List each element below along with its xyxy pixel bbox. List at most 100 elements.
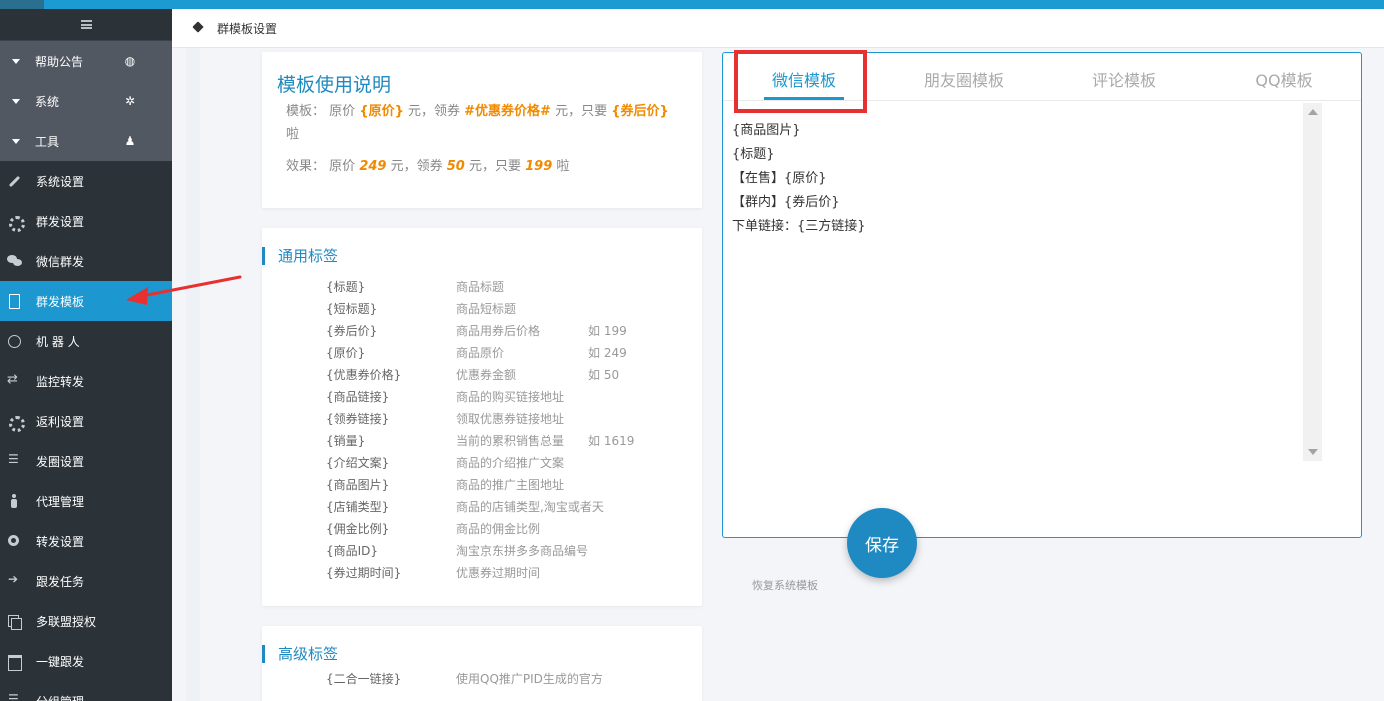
- caret-down-icon: [12, 58, 20, 64]
- template-textarea[interactable]: {商品图片} {标题} 【在售】{原价} 【群内】{券后价} 下单链接：{三方链…: [732, 119, 866, 239]
- advanced-tags-card: 高级标签 {二合一链接} 使用QQ推广PID生成的官方: [262, 626, 702, 701]
- template-line: 【在售】{原价}: [732, 171, 827, 186]
- sidebar-item-label: 微信群发: [36, 254, 85, 269]
- sidebar-item-system-settings[interactable]: 系统设置: [0, 161, 172, 201]
- tag-row: {商品链接} 商品的购买链接地址: [326, 389, 565, 404]
- scroll-down-icon[interactable]: [1308, 449, 1318, 455]
- tag-row: {优惠券价格} 优惠券金额如 50: [326, 367, 620, 382]
- sidebar-group-label: 工具: [35, 134, 60, 149]
- template-text: 元，领券: [407, 104, 460, 119]
- sidebar-item-robot[interactable]: 机 器 人: [0, 321, 172, 361]
- template-tag-final-price: {券后价}: [611, 104, 669, 119]
- tab-qq-template[interactable]: QQ模板: [1224, 67, 1344, 91]
- common-tags-title: 通用标签: [262, 247, 338, 265]
- advanced-tags-list: {二合一链接} 使用QQ推广PID生成的官方: [326, 667, 636, 689]
- gears-icon: [7, 214, 25, 232]
- sidebar-item-label: 转发设置: [36, 534, 85, 549]
- template-label: 模板：: [286, 104, 326, 119]
- tab-moments-template[interactable]: 朋友圈模板: [904, 67, 1024, 91]
- template-text: 原价: [329, 104, 356, 119]
- sidebar-item-follow-task[interactable]: 跟发任务: [0, 561, 172, 601]
- save-button[interactable]: 保存: [847, 508, 917, 578]
- usage-title: 模板使用说明: [277, 74, 392, 96]
- caret-down-icon: [12, 138, 20, 144]
- android-icon: ♟: [124, 134, 136, 148]
- annotation-highlight-box: [734, 50, 867, 113]
- tag-row: {二合一链接} 使用QQ推广PID生成的官方: [326, 671, 603, 686]
- template-text: 啦: [286, 127, 300, 142]
- sidebar-item-label: 分组管理: [36, 693, 84, 701]
- sidebar-group-system[interactable]: 系统 ✲: [0, 81, 172, 121]
- effect-text: 元，只要: [468, 159, 521, 174]
- effect-original-price: 249: [359, 159, 387, 174]
- sidebar-item-label: 代理管理: [36, 494, 85, 509]
- dashboard-icon: ◍: [124, 54, 136, 68]
- sidebar-group-tools[interactable]: 工具 ♟: [0, 121, 172, 161]
- top-bar: [0, 0, 1384, 9]
- effect-text: 元，领券: [390, 159, 443, 174]
- person-icon: [7, 494, 22, 508]
- content-strip: [186, 48, 200, 701]
- caret-down-icon: [12, 98, 20, 104]
- retweet-icon: [7, 372, 22, 388]
- sidebar-item-rebate-settings[interactable]: 返利设置: [0, 401, 172, 441]
- effect-coupon-price: 50: [446, 159, 465, 174]
- common-tags-card: 通用标签 {标题} 商品标题 {短标题} 商品短标题 {券后价} 商品用券后价格如 1…: [262, 228, 702, 606]
- sidebar-item-group-send-settings[interactable]: 群发设置: [0, 201, 172, 241]
- tag-row: {券后价} 商品用券后价格如 199: [326, 323, 627, 338]
- template-line: {商品图片}: [732, 123, 801, 138]
- sidebar-item-label: 一键跟发: [36, 654, 85, 669]
- tag-row: {原价} 商品原价如 249: [326, 345, 627, 360]
- sidebar-group-label: 帮助公告: [35, 54, 84, 69]
- tag-row: {券过期时间} 优惠券过期时间: [326, 565, 541, 580]
- wechat-icon: [7, 254, 22, 268]
- effect-final-price: 199: [525, 159, 553, 174]
- sidebar-item-group-management[interactable]: 分组管理: [0, 681, 172, 701]
- template-tag-coupon-price: #优惠券价格#: [464, 104, 551, 119]
- sidebar-group-label: 系统: [35, 94, 60, 109]
- calendar-icon: [7, 654, 22, 671]
- usage-effect-row: 效果： 原价 249 元，领券 50 元，只要 199 啦: [286, 155, 569, 178]
- copy-icon: [7, 614, 22, 630]
- arrow-right-icon: [7, 572, 22, 588]
- top-bar-corner: [0, 0, 44, 9]
- tab-comment-template[interactable]: 评论模板: [1064, 67, 1184, 91]
- template-line: 【群内】{券后价}: [732, 195, 840, 210]
- sidebar-toggle-button[interactable]: [0, 9, 172, 41]
- sidebar-item-forward-settings[interactable]: 转发设置: [0, 521, 172, 561]
- sliders-icon: [7, 452, 22, 468]
- common-tags-list: {标题} 商品标题 {短标题} 商品短标题 {券后价} 商品用券后价格如 199 {原…: [326, 275, 634, 583]
- sidebar-group-help[interactable]: 帮助公告 ◍: [0, 41, 172, 81]
- scroll-up-icon[interactable]: [1308, 109, 1318, 115]
- sidebar-item-label: 监控转发: [36, 374, 85, 389]
- tag-row: {商品图片} 商品的推广主图地址: [326, 477, 565, 492]
- smile-icon: [7, 334, 22, 348]
- sidebar: 帮助公告 ◍ 系统 ✲ 工具 ♟ 系统设置 群发设置 微信群发 群发模板 机 器…: [0, 9, 172, 701]
- sidebar-item-moments-settings[interactable]: 发圈设置: [0, 441, 172, 481]
- page-header: 群模板设置: [172, 9, 1384, 48]
- tag-row: {商品ID} 淘宝京东拼多多商品编号: [326, 543, 589, 558]
- hamburger-icon: [80, 20, 92, 29]
- sidebar-item-label: 系统设置: [36, 174, 85, 189]
- sidebar-item-one-click-follow[interactable]: 一键跟发: [0, 641, 172, 681]
- sidebar-item-label: 群发设置: [36, 214, 85, 229]
- sidebar-item-agent-management[interactable]: 代理管理: [0, 481, 172, 521]
- sidebar-item-label: 跟发任务: [36, 574, 85, 589]
- gear-icon: [7, 414, 25, 432]
- usage-template-row: 模板： 原价 {原价} 元，领券 #优惠券价格# 元，只要 {券后价} 啦: [286, 100, 696, 146]
- effect-text: 原价: [329, 159, 356, 174]
- list-icon: [7, 692, 22, 701]
- template-editor-panel: 微信模板 朋友圈模板 评论模板 QQ模板 {商品图片} {标题} 【在售】{原价…: [722, 52, 1362, 538]
- tag-row: {销量} 当前的累积销售总量如 1619: [326, 433, 635, 448]
- effect-text: 啦: [556, 159, 570, 174]
- template-text: 元，只要: [555, 104, 608, 119]
- template-line: {标题}: [732, 147, 775, 162]
- sidebar-item-multi-alliance-auth[interactable]: 多联盟授权: [0, 601, 172, 641]
- sidebar-item-monitor-forward[interactable]: 监控转发: [0, 361, 172, 401]
- textarea-scrollbar[interactable]: [1303, 103, 1322, 461]
- restore-system-template-link[interactable]: 恢复系统模板: [752, 577, 818, 593]
- sidebar-item-label: 群发模板: [36, 294, 85, 309]
- sidebar-item-label: 机 器 人: [36, 334, 80, 349]
- advanced-tags-title: 高级标签: [262, 645, 338, 663]
- tag-icon: [194, 23, 205, 34]
